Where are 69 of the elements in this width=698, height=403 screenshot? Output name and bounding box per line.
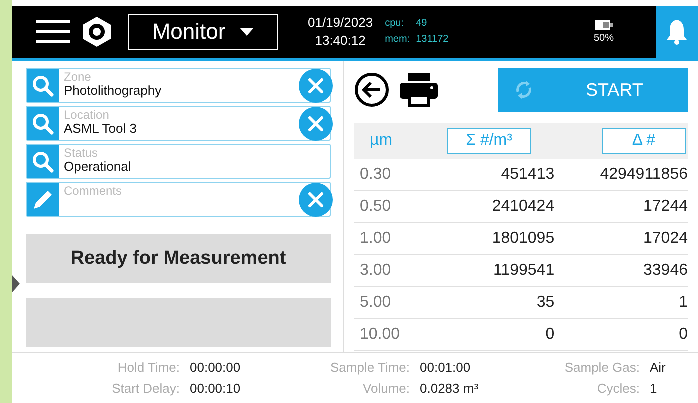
setting-label: Sample Time:	[330, 360, 410, 375]
table-cell: 0.50	[360, 198, 392, 214]
table-cell: 451413	[501, 166, 555, 182]
table-cell: 0	[546, 326, 555, 342]
setting-label: Start Delay:	[111, 381, 180, 396]
table-cell: 33946	[644, 262, 688, 278]
mem-label: mem:	[385, 33, 410, 47]
table-cell: 0	[679, 326, 688, 342]
close-icon	[308, 116, 324, 132]
bell-icon	[666, 19, 688, 45]
mode-dropdown[interactable]: Monitor	[128, 14, 278, 50]
setting-label: Hold Time:	[116, 360, 180, 375]
table-cell: 4294911856	[600, 166, 688, 182]
field-value: Operational	[64, 160, 132, 174]
logo-icon	[80, 15, 114, 49]
date-text: 01/19/2023	[308, 14, 374, 32]
table-cell: 1	[679, 294, 688, 310]
setting-value: 1	[650, 381, 658, 396]
battery-percent: 50%	[594, 33, 614, 44]
table-cell: 17024	[644, 230, 688, 246]
search-icon	[32, 150, 54, 172]
input-field[interactable]: Zone Photolithography	[26, 68, 331, 103]
table-cell: 5.00	[360, 294, 392, 310]
battery-icon	[594, 20, 613, 30]
field-label: Comments	[64, 184, 124, 198]
setting-label: Volume:	[362, 381, 410, 396]
field-label: Status	[64, 146, 100, 160]
column-header: µm	[370, 132, 393, 149]
search-icon	[32, 74, 54, 96]
field-value: ASML Tool 3	[64, 122, 138, 136]
table-cell: 1199541	[494, 262, 555, 278]
field-label: Zone	[64, 70, 92, 84]
table-cell: 1.00	[360, 230, 392, 246]
setting-value: 00:01:00	[420, 360, 472, 375]
status-button[interactable]: Ready for Measurement	[26, 234, 331, 283]
setting-value: 0.0283 m³	[420, 381, 480, 396]
close-icon	[308, 78, 324, 94]
notification-button[interactable]	[656, 6, 698, 58]
setting-value: 00:00:00	[190, 360, 242, 375]
setting-label: Sample Gas:	[564, 360, 640, 375]
cpu-label: cpu:	[385, 17, 405, 31]
setting-value: Air	[650, 360, 667, 375]
setting-value: 00:00:10	[190, 381, 242, 396]
clear-button[interactable]	[299, 107, 333, 141]
field-value: Photolithography	[64, 84, 163, 98]
clear-button[interactable]	[299, 183, 333, 217]
time-text: 13:40:12	[315, 32, 366, 50]
cpu-value: 49	[416, 17, 428, 31]
table-cell: 1801095	[492, 230, 555, 246]
clear-button[interactable]	[299, 69, 333, 103]
input-field[interactable]: Status Operational	[26, 144, 331, 179]
table-cell: 0.30	[360, 166, 392, 182]
table-cell: 35	[536, 294, 555, 310]
refresh-icon	[514, 80, 534, 100]
mem-value: 131172	[416, 33, 449, 47]
table-cell: 10.00	[360, 326, 400, 342]
printer-icon[interactable]	[398, 71, 440, 109]
table-cell: 17244	[644, 198, 688, 214]
expand-handle-icon[interactable]	[12, 275, 20, 293]
table-cell: 3.00	[360, 262, 392, 278]
setting-label: Cycles:	[596, 381, 640, 396]
close-icon	[308, 192, 324, 208]
search-icon	[32, 112, 54, 134]
back-icon[interactable]	[354, 72, 390, 108]
field-label: Location	[64, 108, 110, 122]
menu-icon[interactable]	[36, 20, 70, 44]
table-cell: 2410424	[492, 198, 555, 214]
input-field[interactable]: Location ASML Tool 3	[26, 106, 331, 141]
caret-icon	[240, 28, 254, 36]
